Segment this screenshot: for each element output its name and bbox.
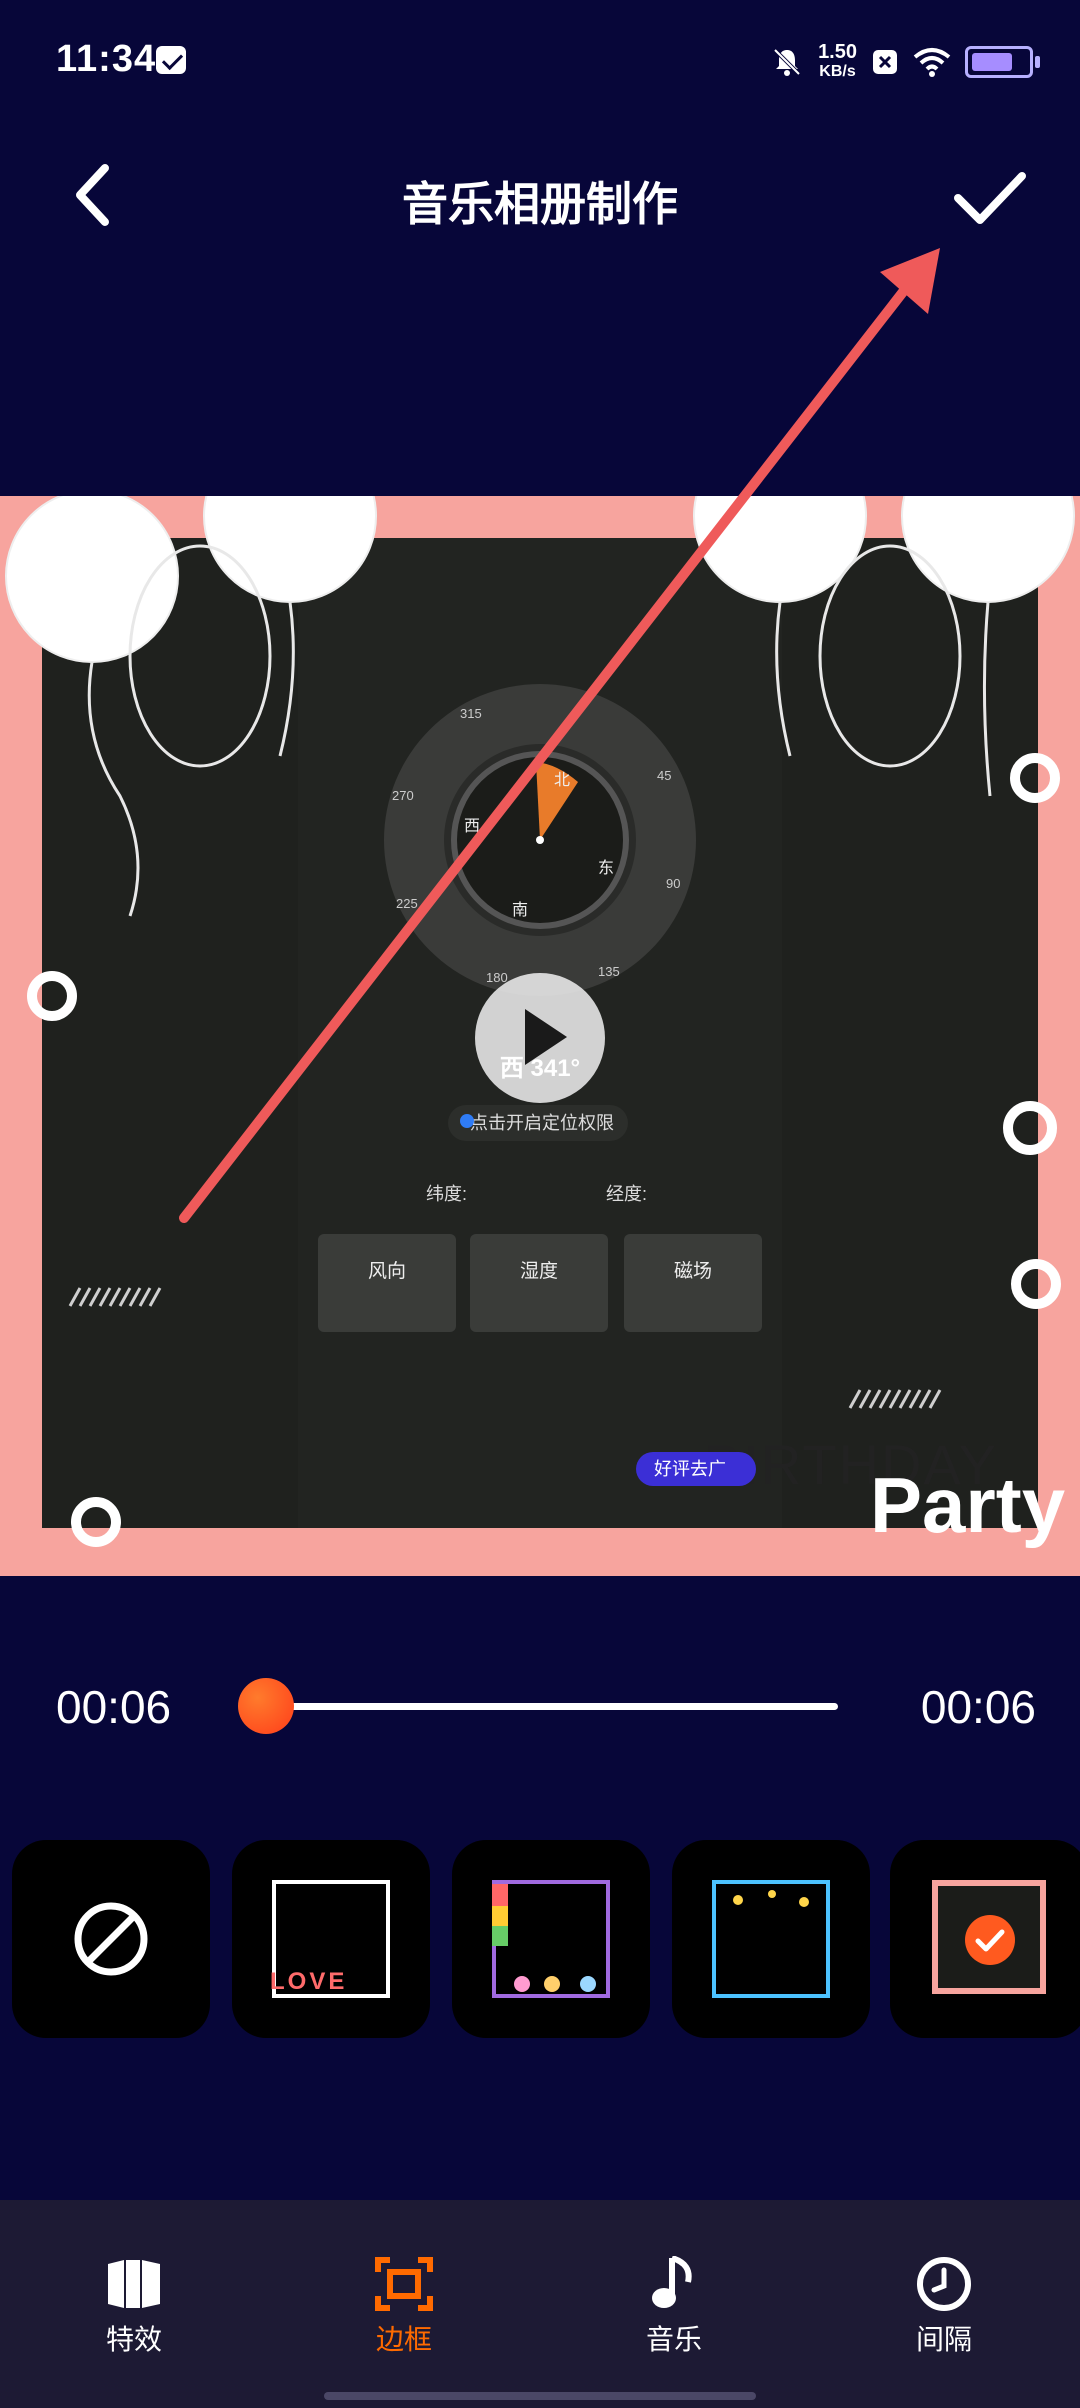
nav-label-music: 音乐 <box>645 2324 702 2355</box>
total-time: 00:06 <box>920 1681 1036 1733</box>
nav-label-frame: 边框 <box>375 2324 432 2355</box>
annotation-arrow <box>179 248 940 1223</box>
selected-check-icon <box>965 1915 1015 1965</box>
home-indicator[interactable] <box>324 2392 756 2400</box>
nav-item-interval[interactable]: 间隔 <box>864 2256 1024 2358</box>
book-icon <box>108 2260 160 2308</box>
progress-thumb[interactable] <box>238 1678 294 1734</box>
nav-item-music[interactable]: 音乐 <box>594 2256 754 2358</box>
current-time: 00:06 <box>56 1681 172 1733</box>
music-note-icon <box>652 2256 692 2308</box>
clock-icon <box>917 2257 971 2311</box>
frame-option-love[interactable]: LOVE <box>232 1840 430 2038</box>
none-icon <box>74 1902 148 1976</box>
star-decoration <box>733 1890 809 1907</box>
frame-icon <box>375 2257 433 2311</box>
love-frame-label: LOVE <box>270 1968 348 1995</box>
nav-label-effects: 特效 <box>105 2324 162 2355</box>
frame-option-none[interactable] <box>12 1840 210 2038</box>
frame-option-blue[interactable] <box>672 1840 870 2038</box>
frame-option-party[interactable] <box>890 1840 1080 2038</box>
progress-track[interactable] <box>268 1703 838 1710</box>
bottom-nav: 特效 边框 音乐 间隔 <box>0 2200 1080 2408</box>
nav-item-effects[interactable]: 特效 <box>54 2256 214 2358</box>
frame-selector: LOVE <box>0 1840 1080 2040</box>
nav-item-frame[interactable]: 边框 <box>324 2256 484 2358</box>
nav-label-interval: 间隔 <box>915 2324 972 2355</box>
frame-option-candy[interactable] <box>452 1840 650 2038</box>
playback-controls: 00:06 00:06 <box>0 1670 1080 1740</box>
candy-decoration <box>492 1884 596 1992</box>
